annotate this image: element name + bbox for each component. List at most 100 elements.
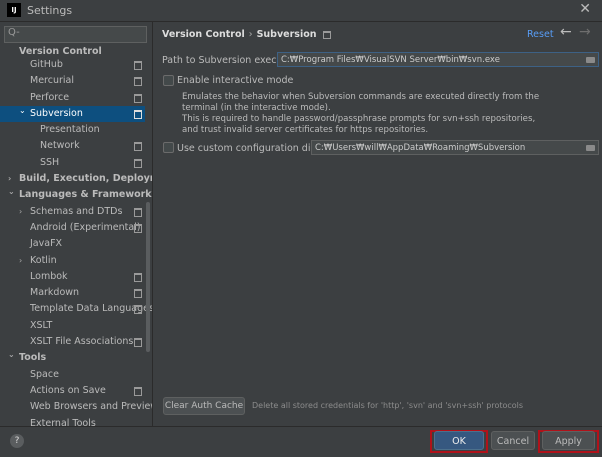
sidebar-scrollbar[interactable] xyxy=(146,202,150,352)
sidebar-item-github[interactable]: GitHub xyxy=(0,57,145,73)
cancel-button[interactable]: Cancel xyxy=(491,431,535,450)
chevron-down-icon[interactable]: ⌄ xyxy=(8,184,15,200)
svn-path-value: C:₩Program Files₩VisualSVN Server₩bin₩sv… xyxy=(281,55,500,65)
breadcrumb: Version Control › Subversion xyxy=(162,29,331,40)
project-scope-icon xyxy=(134,386,142,396)
project-scope-icon xyxy=(134,93,142,103)
project-scope-icon xyxy=(134,289,142,299)
dialog-footer: ? OK Cancel Apply xyxy=(0,426,602,457)
sidebar-item-label: SSH xyxy=(40,156,60,168)
sidebar-item-actions-on-save[interactable]: Actions on Save xyxy=(0,383,145,399)
project-scope-icon xyxy=(134,338,142,348)
project-scope-icon xyxy=(134,109,142,119)
sidebar-item-lombok[interactable]: Lombok xyxy=(0,269,145,285)
interactive-mode-label: Enable interactive mode xyxy=(177,75,294,86)
sidebar-item-label: XSLT xyxy=(30,319,53,331)
project-scope-icon xyxy=(134,158,142,168)
sidebar-item-label: Space xyxy=(30,368,59,380)
sidebar-item-label: Perforce xyxy=(30,91,70,103)
sidebar-item-label: Languages & Frameworks xyxy=(19,189,153,201)
desc-line: and trust invalid server certificates fo… xyxy=(182,125,429,135)
svn-path-field[interactable]: C:₩Program Files₩VisualSVN Server₩bin₩sv… xyxy=(277,52,599,67)
sidebar-item-space[interactable]: Space xyxy=(0,367,145,383)
close-icon[interactable]: ✕ xyxy=(579,1,591,17)
breadcrumb-subversion: Subversion xyxy=(256,29,317,40)
sidebar-item-template-data-languages[interactable]: Template Data Languages xyxy=(0,301,152,317)
desc-line: terminal (in the interactive mode). xyxy=(182,103,331,113)
sidebar-item-android-experimental[interactable]: Android (Experimental) xyxy=(0,220,145,236)
reset-link[interactable]: Reset xyxy=(527,29,554,40)
intellij-logo-icon: IJ xyxy=(7,3,21,17)
chevron-down-icon[interactable]: ⌄ xyxy=(8,347,15,363)
folder-icon[interactable] xyxy=(586,145,595,151)
sidebar-item-tools[interactable]: ⌄ Tools xyxy=(0,350,145,366)
custom-config-field[interactable]: C:₩Users₩will₩AppData₩Roaming₩Subversion xyxy=(311,140,599,155)
arrow-left-icon[interactable]: ← xyxy=(560,24,572,40)
ok-button[interactable]: OK xyxy=(434,431,484,450)
chevron-down-icon[interactable]: ⌄ xyxy=(19,103,26,119)
folder-icon[interactable] xyxy=(586,57,595,63)
sidebar-item-label: Android (Experimental) xyxy=(30,221,141,233)
desc-line: Emulates the behavior when Subversion co… xyxy=(182,92,540,102)
settings-sidebar: Q- Version Control GitHub Mercurial Perfor… xyxy=(0,22,153,426)
sidebar-item-label: Web Browsers and Preview xyxy=(30,401,153,413)
sidebar-item-presentation[interactable]: Presentation xyxy=(0,122,145,138)
project-scope-icon xyxy=(134,142,142,152)
sidebar-item-label: Markdown xyxy=(30,287,80,299)
arrow-right-icon: → xyxy=(579,24,591,40)
sidebar-item-external-tools[interactable]: External Tools xyxy=(0,416,145,426)
sidebar-item-label: Build, Execution, Deployment xyxy=(19,173,152,185)
project-scope-icon xyxy=(134,61,142,70)
window-title: Settings xyxy=(27,4,73,17)
help-icon[interactable]: ? xyxy=(10,434,24,448)
custom-config-checkbox[interactable] xyxy=(163,142,174,153)
sidebar-item-label: Kotlin xyxy=(30,254,57,266)
sidebar-item-markdown[interactable]: Markdown xyxy=(0,285,145,301)
sidebar-item-label: XSLT File Associations xyxy=(30,336,134,348)
sidebar-item-network[interactable]: Network xyxy=(0,138,145,154)
sidebar-item-subversion[interactable]: ⌄ Subversion xyxy=(0,103,145,123)
sidebar-item-label: Network xyxy=(40,140,80,152)
chevron-right-icon[interactable]: › xyxy=(19,204,22,220)
sidebar-item-label: Subversion xyxy=(30,107,83,119)
clear-auth-cache-button[interactable]: Clear Auth Cache xyxy=(163,397,245,415)
sidebar-item-label: GitHub xyxy=(30,59,63,70)
sidebar-item-ssh[interactable]: SSH xyxy=(0,155,145,171)
search-icon: Q- xyxy=(8,27,20,38)
sidebar-item-languages-frameworks[interactable]: ⌄ Languages & Frameworks xyxy=(0,184,152,203)
desc-line: This is required to handle password/pass… xyxy=(182,114,536,124)
settings-tree: Version Control GitHub Mercurial Perforce ⌄… xyxy=(0,46,152,426)
sidebar-item-schemas-and-dtds[interactable]: › Schemas and DTDs xyxy=(0,204,145,220)
sidebar-item-label: Actions on Save xyxy=(30,384,106,396)
sidebar-item-build-execution-deployment[interactable]: ›Build, Execution, Deployment xyxy=(0,171,152,187)
project-scope-icon xyxy=(322,30,331,39)
project-scope-icon xyxy=(134,223,142,233)
sidebar-item-label: JavaFX xyxy=(30,238,63,250)
sidebar-item-xslt-file-associations[interactable]: XSLT File Associations xyxy=(0,334,145,350)
sidebar-item-label: Lombok xyxy=(30,270,68,282)
project-scope-icon xyxy=(134,207,142,217)
interactive-mode-checkbox[interactable] xyxy=(163,75,174,86)
breadcrumb-separator-icon: › xyxy=(248,29,253,40)
sidebar-item-label: Tools xyxy=(19,352,47,364)
settings-panel: Version Control › Subversion Reset ← → Pat… xyxy=(153,22,602,426)
clear-auth-cache-description: Delete all stored credentials for 'http'… xyxy=(252,401,524,410)
apply-button[interactable]: Apply xyxy=(542,431,595,450)
project-scope-icon xyxy=(134,77,142,87)
search-input[interactable]: Q- xyxy=(4,26,147,43)
sidebar-item-label: Schemas and DTDs xyxy=(30,205,123,217)
sidebar-item-javafx[interactable]: JavaFX xyxy=(0,236,145,252)
sidebar-item-web-browsers-and-preview[interactable]: Web Browsers and Preview xyxy=(0,399,152,415)
sidebar-item-kotlin[interactable]: › Kotlin xyxy=(0,253,145,269)
title-bar: IJ Settings ✕ xyxy=(0,0,602,22)
sidebar-item-label: Mercurial xyxy=(30,75,74,87)
sidebar-item-xslt[interactable]: XSLT xyxy=(0,318,145,334)
custom-config-value: C:₩Users₩will₩AppData₩Roaming₩Subversion xyxy=(315,143,526,153)
tree-group-version-control: Version Control xyxy=(19,46,102,57)
chevron-right-icon[interactable]: › xyxy=(19,253,22,269)
project-scope-icon xyxy=(134,305,142,315)
sidebar-item-mercurial[interactable]: Mercurial xyxy=(0,73,145,89)
sidebar-item-label: Presentation xyxy=(40,124,100,136)
project-scope-icon xyxy=(134,272,142,282)
breadcrumb-version-control[interactable]: Version Control xyxy=(162,29,245,40)
